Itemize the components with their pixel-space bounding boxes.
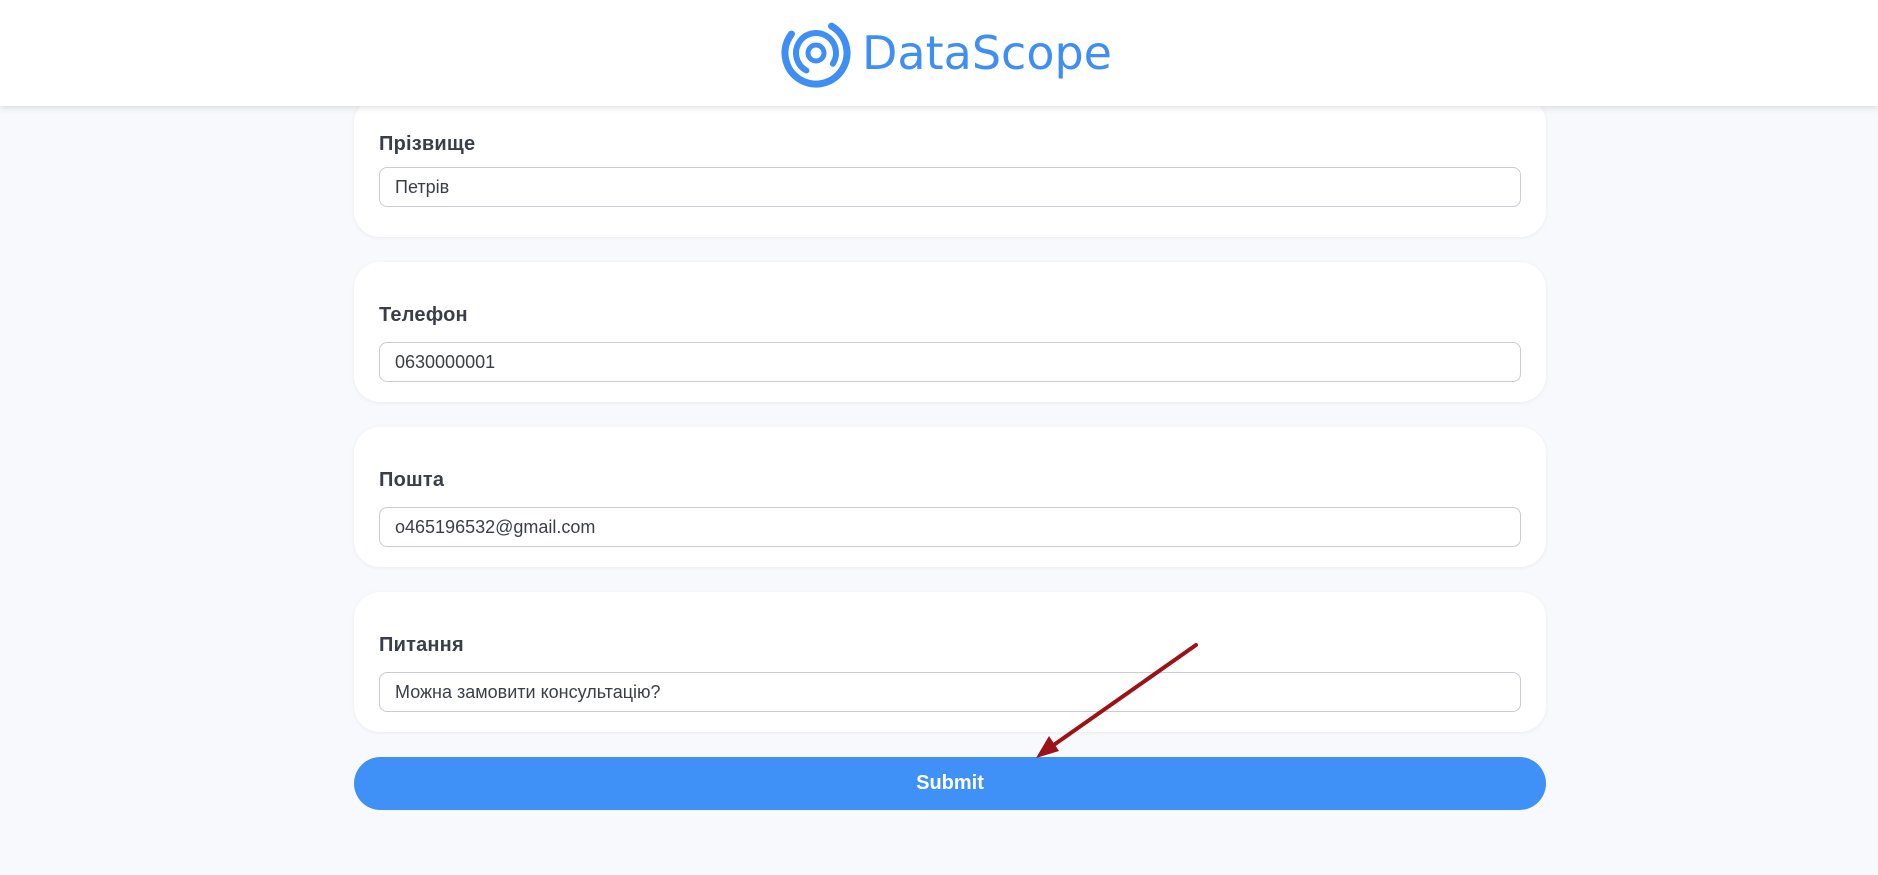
question-label: Питання <box>379 634 464 656</box>
question-input[interactable] <box>379 672 1521 712</box>
site-header: DataScope <box>0 0 1878 106</box>
concentric-rings-logo-icon <box>780 17 852 89</box>
field-card-surname: Прізвище <box>354 97 1546 237</box>
field-card-question: Питання <box>354 592 1546 732</box>
surname-input[interactable] <box>379 167 1521 207</box>
field-card-email: Пошта <box>354 427 1546 567</box>
brand-logo[interactable]: DataScope <box>780 17 1112 89</box>
phone-label: Телефон <box>379 304 468 326</box>
brand-name: DataScope <box>862 26 1112 80</box>
field-card-phone: Телефон <box>354 262 1546 402</box>
email-label: Пошта <box>379 469 445 491</box>
submit-button[interactable]: Submit <box>354 757 1546 810</box>
surname-label: Прізвище <box>379 133 476 155</box>
email-input[interactable] <box>379 507 1521 547</box>
phone-input[interactable] <box>379 342 1521 382</box>
